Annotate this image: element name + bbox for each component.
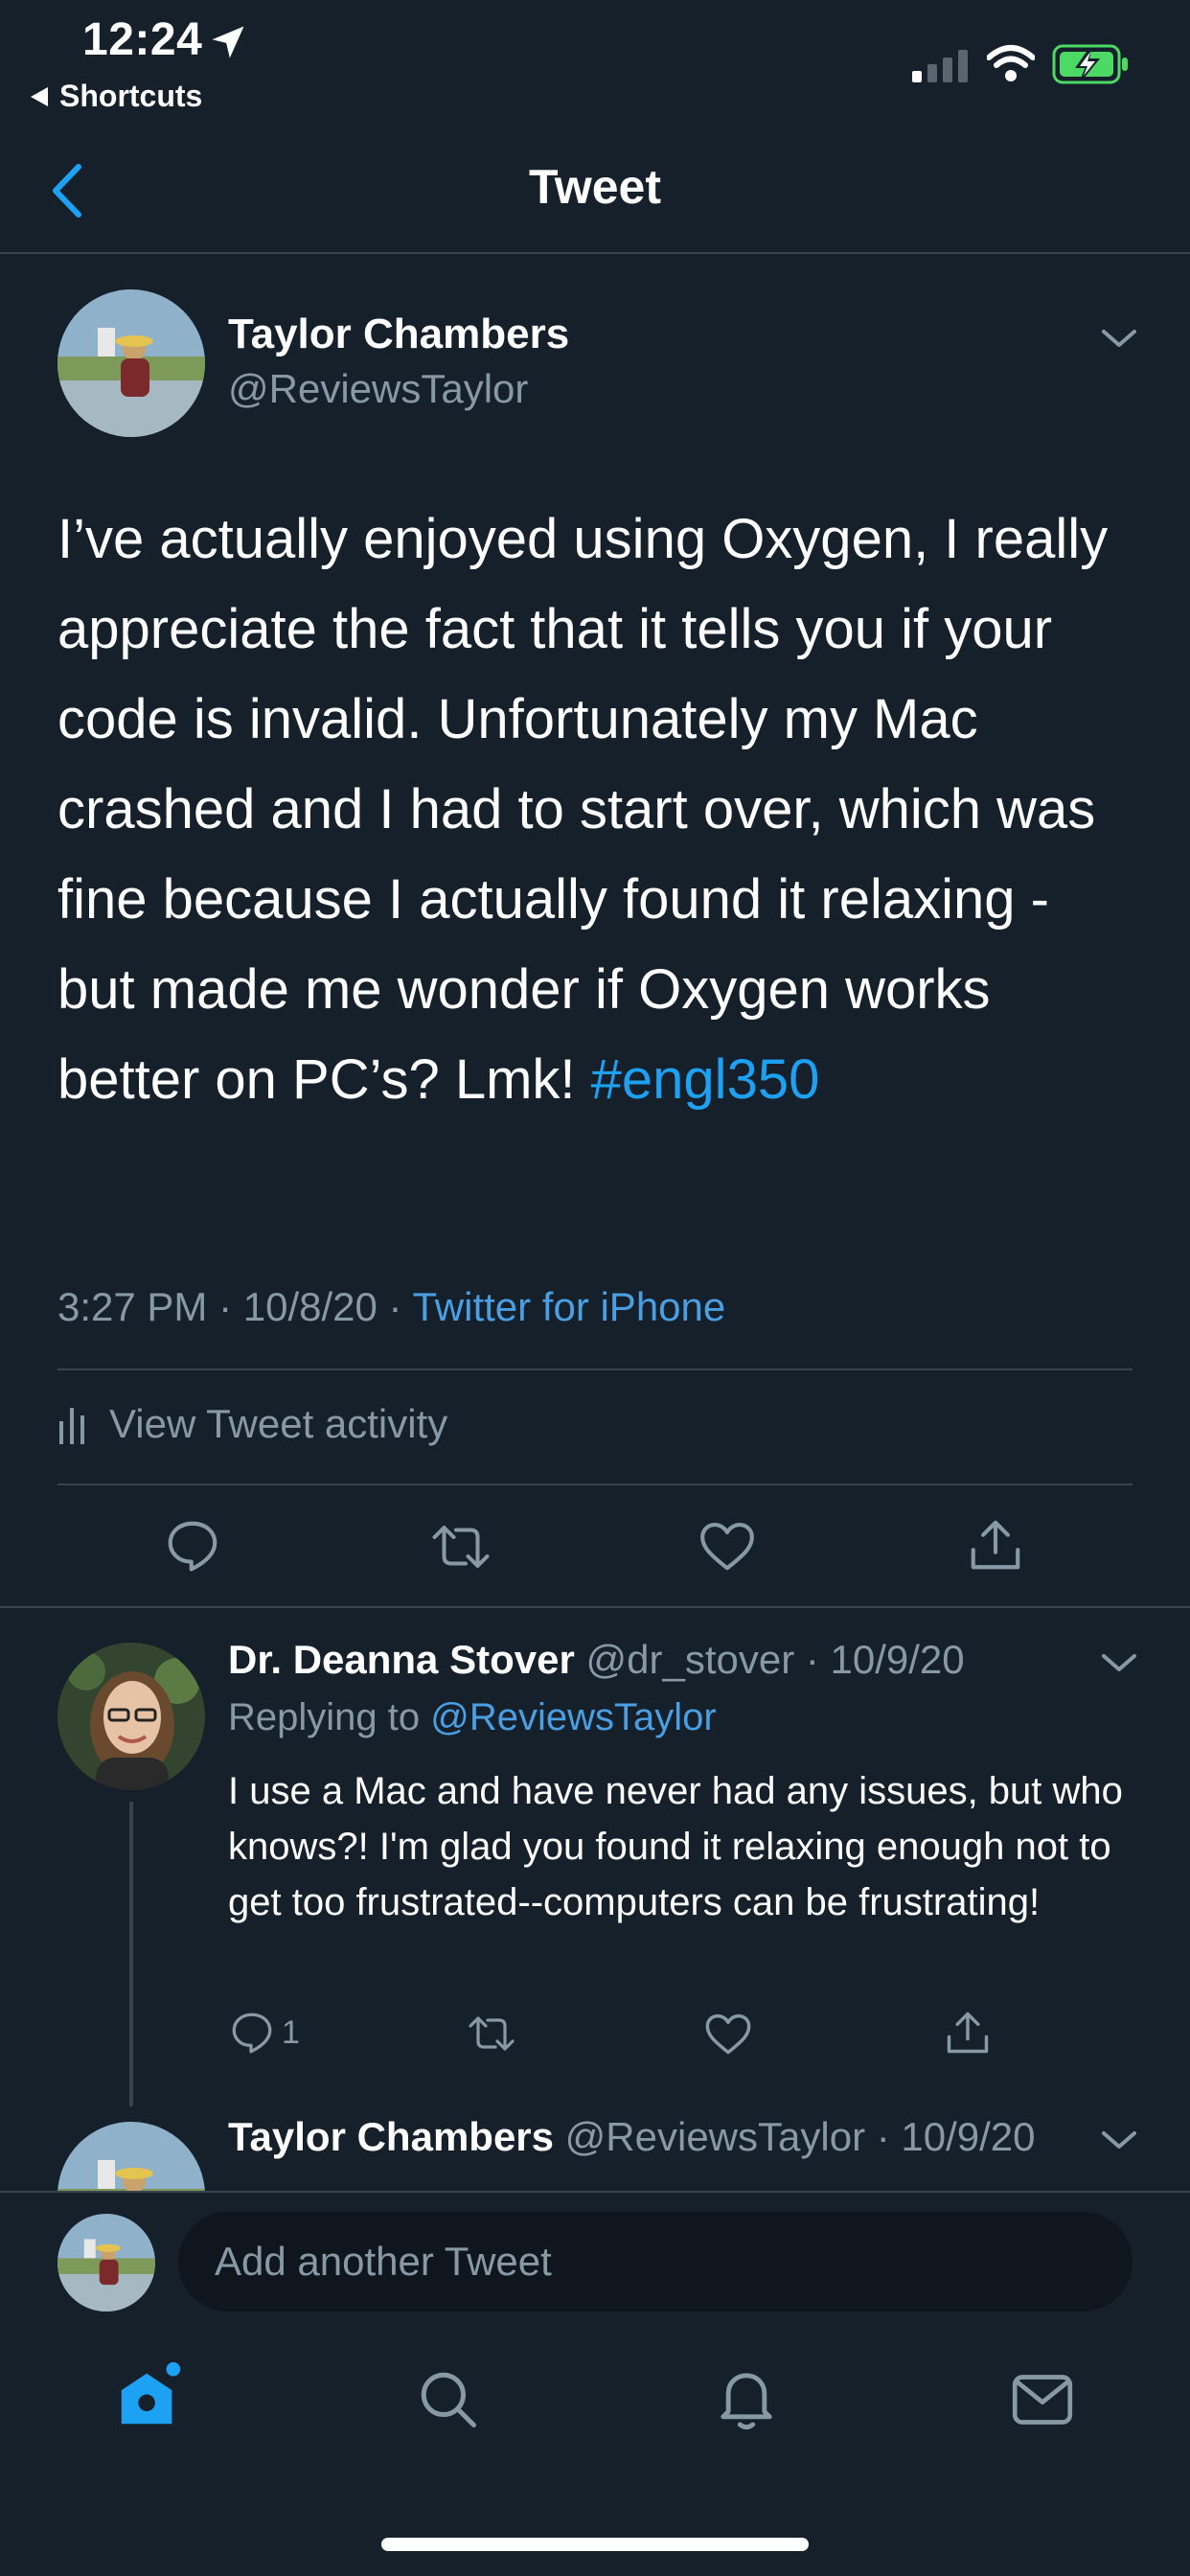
back-app-label: Shortcuts [59, 79, 203, 113]
reply-header: Dr. Deanna Stover @dr_stover · 10/9/20 [228, 1637, 965, 1683]
messages-icon[interactable] [1010, 2371, 1075, 2428]
home-icon[interactable] [113, 2359, 186, 2432]
author-name[interactable]: Taylor Chambers [228, 310, 569, 358]
reply-comment-button[interactable]: 1 [228, 2009, 300, 2057]
view-tweet-activity-button[interactable]: View Tweet activity [57, 1401, 447, 1447]
reply-share-icon[interactable] [943, 2007, 993, 2058]
compose-divider [0, 2191, 1190, 2193]
back-triangle-icon [31, 86, 48, 106]
wifi-icon [987, 45, 1035, 81]
reply-2-clip: Taylor Chambers @ReviewsTaylor · 10/9/20 [0, 2089, 1190, 2191]
reply-2-options-chevron-icon[interactable] [1100, 2128, 1138, 2152]
reply-author-name[interactable]: Dr. Deanna Stover [228, 1637, 575, 1682]
reply-icon[interactable] [163, 1516, 222, 1576]
thread-line [129, 1802, 133, 2106]
battery-charging-icon [1052, 44, 1128, 84]
reply-2-avatar[interactable] [57, 2122, 205, 2191]
replying-to-line: Replying to @ReviewsTaylor [228, 1696, 717, 1739]
reply-2-author-name[interactable]: Taylor Chambers [228, 2114, 554, 2159]
author-handle[interactable]: @ReviewsTaylor [228, 366, 528, 412]
reply-2-header: Taylor Chambers @ReviewsTaylor · 10/9/20 [228, 2114, 1036, 2160]
reply-comment-count: 1 [282, 2013, 300, 2051]
like-heart-icon[interactable] [698, 1518, 757, 1574]
tweet-options-chevron-icon[interactable] [1100, 326, 1138, 351]
tweet-timestamp: 3:27 PM · 10/8/20 · [57, 1284, 413, 1329]
location-arrow-icon [212, 26, 244, 58]
reply-options-chevron-icon[interactable] [1100, 1650, 1138, 1675]
author-avatar[interactable] [57, 289, 205, 437]
tweet-meta: 3:27 PM · 10/8/20 · Twitter for iPhone [57, 1284, 725, 1330]
reply-like-heart-icon[interactable] [703, 2011, 753, 2057]
notifications-icon[interactable] [715, 2365, 778, 2432]
reply-avatar[interactable] [57, 1643, 205, 1790]
analytics-icon [59, 1408, 84, 1444]
retweet-icon[interactable] [429, 1518, 492, 1576]
home-indicator[interactable] [381, 2538, 809, 2551]
actions-divider [0, 1606, 1190, 1608]
add-tweet-placeholder: Add another Tweet [215, 2239, 552, 2284]
view-tweet-activity-label: View Tweet activity [109, 1401, 448, 1446]
status-time: 12:24 [82, 14, 203, 65]
add-tweet-input[interactable]: Add another Tweet [178, 2212, 1133, 2312]
tweet-body: I’ve actually enjoyed using Oxygen, I re… [57, 494, 1140, 1125]
tweet-source-link[interactable]: Twitter for iPhone [412, 1284, 725, 1329]
reply-handle-date: @dr_stover · 10/9/20 [585, 1637, 965, 1682]
replying-to-prefix: Replying to [228, 1696, 431, 1738]
reply-retweet-icon[interactable] [466, 2011, 517, 2057]
share-icon[interactable] [966, 1514, 1025, 1576]
compose-avatar [57, 2214, 155, 2312]
reply-text: I use a Mac and have never had any issue… [228, 1770, 1123, 1923]
activity-divider [57, 1484, 1133, 1485]
page-title: Tweet [529, 160, 661, 214]
tweet-text: I’ve actually enjoyed using Oxygen, I re… [57, 508, 1109, 1111]
reply-2-handle-date: @ReviewsTaylor · 10/9/20 [564, 2114, 1036, 2159]
replying-to-link[interactable]: @ReviewsTaylor [430, 1696, 716, 1738]
meta-divider [57, 1368, 1133, 1370]
tweet-hashtag-link[interactable]: #engl350 [591, 1048, 820, 1111]
search-icon[interactable] [416, 2367, 479, 2430]
back-to-app-link[interactable]: Shortcuts [29, 79, 202, 114]
cellular-signal-icon [912, 50, 968, 82]
header-divider [0, 252, 1190, 254]
reply-comment-icon [232, 2012, 272, 2054]
